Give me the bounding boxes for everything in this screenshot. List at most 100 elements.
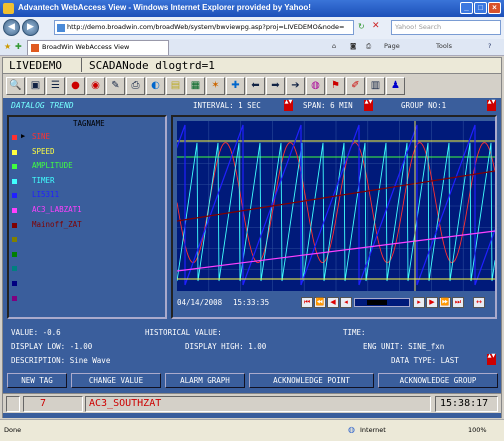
print-icon[interactable]: ⎙ — [366, 42, 371, 51]
tag-color-swatch — [12, 149, 17, 155]
back-icon[interactable]: ◀ — [3, 19, 20, 36]
tag-row[interactable]: LI5311 — [9, 189, 165, 203]
tag-row[interactable]: SPEED — [9, 146, 165, 160]
tagname-header: TAGNAME — [73, 119, 105, 128]
group-icon[interactable]: ◍ — [306, 77, 325, 95]
alarm-icon[interactable]: ● — [66, 77, 85, 95]
help-icon[interactable]: ? — [488, 42, 491, 50]
data-type-stepper[interactable]: ▲▼ — [487, 354, 496, 365]
forward-icon[interactable]: ▶ — [22, 19, 39, 36]
node-name: SCADANode dlogtrd=1 — [89, 59, 215, 72]
change-value-button[interactable]: CHANGE VALUE — [71, 373, 161, 388]
description: DESCRIPTION: Sine Wave — [11, 356, 111, 365]
zoom-level[interactable]: 100% — [468, 426, 487, 434]
last-page-button[interactable]: ⏭ — [452, 297, 464, 308]
tag-row[interactable] — [9, 277, 165, 291]
tag-row[interactable] — [9, 248, 165, 262]
edit-icon[interactable]: ✎ — [106, 77, 125, 95]
tag-name: LI5311 — [32, 190, 60, 200]
chart-icon[interactable]: ▦ — [186, 77, 205, 95]
home-icon[interactable]: ⌂ — [332, 42, 336, 50]
favorites-star-icon[interactable]: ★ — [4, 42, 11, 51]
list-icon[interactable]: ☰ — [46, 77, 65, 95]
span-label: SPAN: 6 MIN — [303, 101, 353, 110]
address-text: http://demo.broadwin.com/broadWeb/system… — [67, 23, 345, 31]
scroll-thumb[interactable] — [367, 300, 387, 305]
tag-row[interactable] — [9, 292, 165, 306]
alarm-summary-icon[interactable]: ✐ — [346, 77, 365, 95]
trend-panel: DATALOG TREND INTERVAL: 1 SEC ▲▼ SPAN: 6… — [3, 98, 501, 418]
minimize-button[interactable]: _ — [460, 2, 473, 14]
interval-label: INTERVAL: 1 SEC — [193, 101, 261, 110]
tag-color-swatch — [12, 164, 17, 170]
tag-row[interactable] — [9, 233, 165, 247]
address-input[interactable]: http://demo.broadwin.com/broadWeb/system… — [54, 20, 354, 35]
detail-icon[interactable]: ✚ — [226, 77, 245, 95]
alarm-ack-icon[interactable]: ◉ — [86, 77, 105, 95]
tag-row[interactable]: AMPLITUDE — [9, 160, 165, 174]
film-icon[interactable]: ▥ — [366, 77, 385, 95]
zone-label: Internet — [360, 426, 386, 434]
tag-row[interactable]: ▶ SINE — [9, 131, 165, 145]
search-input[interactable]: Yahoo! Search — [391, 20, 501, 35]
tag-color-swatch — [12, 295, 17, 301]
acknowledge-group-button[interactable]: ACKNOWLEDGE GROUP — [378, 373, 498, 388]
node-header: LIVEDEMO SCADANode dlogtrd=1 — [3, 58, 501, 74]
forward-button[interactable]: ▶ — [426, 297, 438, 308]
tag-row[interactable]: AC3_LABZAT1 — [9, 204, 165, 218]
maximize-button[interactable]: □ — [474, 2, 487, 14]
add-favorites-icon[interactable]: ✚ — [15, 42, 22, 51]
alarm-tag[interactable]: AC3_SOUTHZAT — [85, 396, 431, 412]
tab-webaccess[interactable]: BroadWin WebAccess View — [27, 40, 169, 55]
magnify-icon[interactable]: 🔍 — [6, 77, 25, 95]
trend-plot[interactable] — [177, 121, 495, 291]
tag-row[interactable] — [9, 262, 165, 276]
back-nav-icon[interactable]: ⬅ — [246, 77, 265, 95]
trend-icon[interactable]: ◐ — [146, 77, 165, 95]
save-icon[interactable]: ▣ — [26, 77, 45, 95]
close-button[interactable]: × — [488, 2, 501, 14]
page-menu[interactable]: Page — [384, 42, 400, 50]
step-back-button[interactable]: ◂ — [340, 297, 352, 308]
interval-stepper[interactable]: ▲▼ — [284, 100, 293, 111]
tag-color-swatch — [12, 208, 17, 213]
report-icon[interactable]: ▤ — [166, 77, 185, 95]
data-type: DATA TYPE: LAST — [391, 356, 459, 365]
value-readout: VALUE: -0.6 — [11, 328, 61, 337]
tab-favicon — [31, 44, 39, 52]
tag-row[interactable]: Mainoff_ZAT — [9, 219, 165, 233]
print-page-icon[interactable]: ⎙ — [126, 77, 145, 95]
trend-title: DATALOG TREND — [11, 101, 74, 110]
trend-time: 15:33:35 — [233, 298, 270, 307]
rewind-fast-button[interactable]: ⏪ — [314, 297, 326, 308]
expand-button[interactable]: ↔ — [473, 297, 485, 308]
alarm-graph-button[interactable]: ALARM GRAPH — [165, 373, 245, 388]
tag-color-swatch — [12, 281, 17, 286]
step-forward-button[interactable]: ▸ — [413, 297, 425, 308]
refresh-icon[interactable]: ↻ — [358, 22, 365, 31]
camera-icon[interactable]: ⚑ — [326, 77, 345, 95]
group-stepper[interactable]: ▲▼ — [487, 100, 496, 111]
tag-row[interactable]: TIMER — [9, 175, 165, 189]
stop-icon[interactable]: ✕ — [372, 21, 380, 31]
feeds-icon[interactable]: ◙ — [350, 42, 356, 50]
new-tag-button[interactable]: NEW TAG — [7, 373, 67, 388]
tools-menu[interactable]: Tools — [436, 42, 452, 50]
overview-icon[interactable]: ✶ — [206, 77, 225, 95]
tag-name: TIMER — [32, 175, 55, 185]
tag-name: AMPLITUDE — [32, 161, 73, 171]
rewind-button[interactable]: ◀ — [327, 297, 339, 308]
user-icon[interactable]: ♟ — [386, 77, 405, 95]
next-icon[interactable]: ➔ — [286, 77, 305, 95]
tag-list: TAGNAME ▶ SINE SPEED AMPLITUDE TIMER LI5311 AC… — [7, 115, 167, 319]
span-stepper[interactable]: ▲▼ — [364, 100, 373, 111]
first-page-button[interactable]: ⏮ — [301, 297, 313, 308]
trend-date: 04/14/2008 — [177, 298, 223, 307]
acknowledge-point-button[interactable]: ACKNOWLEDGE POINT — [249, 373, 374, 388]
forward-nav-icon[interactable]: ➡ — [266, 77, 285, 95]
tab-label: BroadWin WebAccess View — [42, 43, 130, 51]
display-low: DISPLAY LOW: -1.00 — [11, 342, 93, 351]
time-scrollbar[interactable] — [354, 298, 410, 307]
forward-fast-button[interactable]: ⏩ — [439, 297, 451, 308]
alarm-bar: 7 AC3_SOUTHZAT 15:38:17 — [3, 393, 501, 413]
